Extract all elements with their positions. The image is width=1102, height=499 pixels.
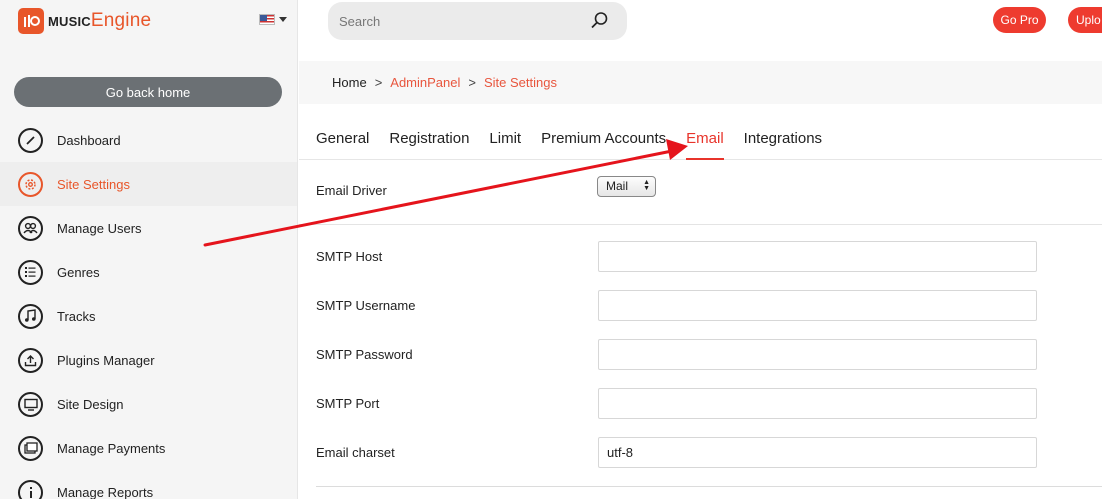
tab-limit[interactable]: Limit	[489, 118, 521, 160]
brand-name: MUSICEngine	[48, 10, 151, 32]
sidebar-item-plugins-manager[interactable]: Plugins Manager	[0, 338, 297, 382]
section-divider	[299, 224, 1102, 225]
sidebar-item-manage-payments[interactable]: Manage Payments	[0, 426, 297, 470]
caret-down-icon	[279, 17, 287, 22]
smtp-port-input[interactable]	[598, 388, 1037, 419]
email-driver-label: Email Driver	[316, 183, 387, 198]
smtp-username-input[interactable]	[598, 290, 1037, 321]
sidebar-item-label: Plugins Manager	[57, 352, 155, 368]
monitor-icon	[18, 391, 43, 417]
email-charset-label: Email charset	[316, 445, 395, 460]
breadcrumb-current[interactable]: Site Settings	[484, 75, 557, 90]
sidebar-item-label: Manage Payments	[57, 440, 166, 456]
sidebar-item-manage-users[interactable]: Manage Users	[0, 206, 297, 250]
users-icon	[18, 215, 43, 241]
tab-integrations[interactable]: Integrations	[744, 118, 822, 160]
sidebar-item-label: Dashboard	[57, 132, 121, 148]
app-window: MUSICEngine Go back home Dashboard Site …	[0, 0, 1102, 499]
info-icon	[18, 479, 43, 499]
sidebar-item-label: Site Design	[57, 396, 124, 412]
brand-name-part1: MUSIC	[48, 14, 91, 29]
settings-tabs: General Registration Limit Premium Accou…	[299, 118, 1102, 160]
windows-icon	[18, 435, 43, 461]
sidebar-item-site-design[interactable]: Site Design	[0, 382, 297, 426]
email-driver-selected-value: Mail	[606, 179, 629, 193]
go-back-home-button[interactable]: Go back home	[14, 77, 282, 107]
breadcrumb-separator: >	[468, 75, 476, 90]
breadcrumb-separator: >	[374, 75, 383, 90]
tab-general[interactable]: General	[316, 118, 369, 160]
smtp-host-input[interactable]	[598, 241, 1037, 272]
smtp-host-label: SMTP Host	[316, 249, 383, 264]
tab-premium-accounts[interactable]: Premium Accounts	[541, 118, 666, 160]
search-bar	[328, 2, 627, 40]
select-arrows-icon: ▲ ▼	[643, 179, 650, 192]
us-flag-icon	[259, 14, 275, 25]
email-charset-input[interactable]	[598, 437, 1037, 468]
email-driver-row: Email Driver Mail ▲ ▼	[299, 160, 1102, 224]
go-pro-button[interactable]: Go Pro	[993, 7, 1046, 33]
sidebar-nav: Dashboard Site Settings Manage Users Gen…	[0, 118, 297, 499]
sidebar-item-label: Manage Reports	[57, 484, 154, 499]
upload-icon	[18, 347, 43, 373]
sidebar-item-dashboard[interactable]: Dashboard	[0, 118, 297, 162]
list-icon	[18, 259, 43, 285]
brand-logo[interactable]: MUSICEngine	[18, 7, 151, 35]
breadcrumb-adminpanel-link[interactable]: AdminPanel	[390, 75, 460, 90]
sidebar-item-tracks[interactable]: Tracks	[0, 294, 297, 338]
search-input[interactable]	[339, 13, 569, 29]
smtp-username-label: SMTP Username	[316, 298, 416, 313]
smtp-password-input[interactable]	[598, 339, 1037, 370]
form-bottom-divider	[316, 486, 1102, 487]
breadcrumb-home-link[interactable]: Home	[332, 75, 367, 90]
logo-icon	[18, 8, 44, 34]
search-icon[interactable]	[590, 11, 609, 35]
dashboard-gauge-icon	[18, 127, 43, 153]
sidebar-item-manage-reports[interactable]: Manage Reports	[0, 470, 297, 499]
sidebar-item-label: Tracks	[57, 308, 96, 324]
sidebar-item-site-settings[interactable]: Site Settings	[0, 162, 297, 206]
smtp-port-label: SMTP Port	[316, 396, 380, 411]
sidebar-item-label: Genres	[57, 264, 100, 280]
music-note-icon	[18, 303, 43, 329]
settings-gear-icon	[18, 171, 43, 197]
sidebar: MUSICEngine Go back home Dashboard Site …	[0, 0, 298, 499]
smtp-password-label: SMTP Password	[316, 347, 413, 362]
brand-name-part2: Engine	[90, 10, 152, 31]
tab-email[interactable]: Email	[686, 118, 724, 160]
tab-registration[interactable]: Registration	[389, 118, 469, 160]
breadcrumb: Home > AdminPanel > Site Settings	[299, 61, 1102, 104]
sidebar-item-label: Manage Users	[57, 220, 142, 236]
upload-button[interactable]: Uplo	[1068, 7, 1102, 33]
sidebar-item-label: Site Settings	[57, 176, 130, 192]
email-driver-select[interactable]: Mail ▲ ▼	[597, 176, 656, 197]
language-selector[interactable]	[259, 14, 287, 25]
sidebar-item-genres[interactable]: Genres	[0, 250, 297, 294]
